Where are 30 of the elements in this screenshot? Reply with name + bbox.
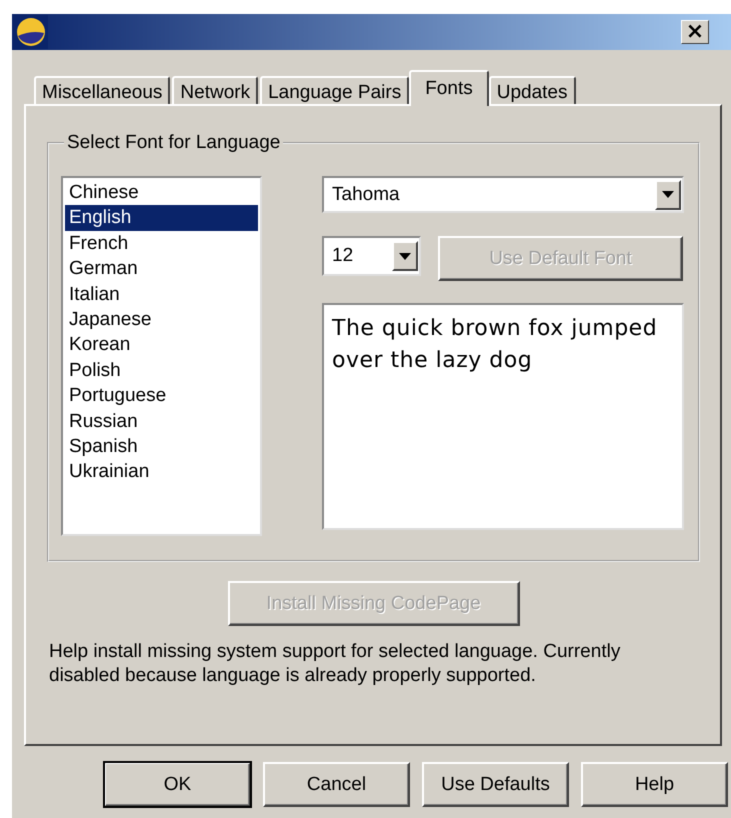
group-title: Select Font for Language	[66, 132, 282, 154]
tab[interactable]: Network	[172, 76, 258, 104]
language-item[interactable]: Polish	[65, 358, 258, 384]
font-dropdown[interactable]: Tahoma	[322, 176, 684, 214]
dialog-button[interactable]: Use Defaults	[422, 762, 569, 807]
language-item[interactable]: German	[65, 256, 258, 282]
language-item[interactable]: Japanese	[65, 306, 258, 332]
dialog-button[interactable]: Cancel	[263, 762, 410, 807]
dialog-button[interactable]: OK	[104, 762, 251, 807]
tab[interactable]: Language Pairs	[260, 76, 410, 104]
language-item[interactable]: Ukrainian	[65, 459, 258, 485]
dialog-button[interactable]: Help	[581, 762, 728, 807]
language-item[interactable]: Russian	[65, 408, 258, 434]
language-item[interactable]: French	[65, 230, 258, 256]
language-item[interactable]: English	[65, 205, 258, 231]
tab[interactable]: Fonts	[409, 70, 489, 106]
language-item[interactable]: Portuguese	[65, 383, 258, 409]
size-dropdown[interactable]: 12	[322, 236, 421, 276]
app-logo-icon	[14, 15, 48, 49]
language-item[interactable]: Korean	[65, 332, 258, 358]
language-item[interactable]: Chinese	[65, 180, 258, 206]
font-preview: The quick brown fox jumped over the lazy dog	[322, 303, 684, 530]
dropdown-arrow-icon	[399, 252, 411, 260]
tab[interactable]: Miscellaneous	[34, 76, 170, 104]
language-item[interactable]: Italian	[65, 282, 258, 307]
help-text: Help install missing system support for selected language. Currently disabled because language is already properly supported.	[49, 640, 622, 688]
dropdown-arrow-icon	[662, 191, 674, 198]
close-button[interactable]: ×	[681, 20, 709, 44]
tab[interactable]: Updates	[488, 76, 576, 104]
language-item[interactable]: Spanish	[65, 434, 258, 460]
